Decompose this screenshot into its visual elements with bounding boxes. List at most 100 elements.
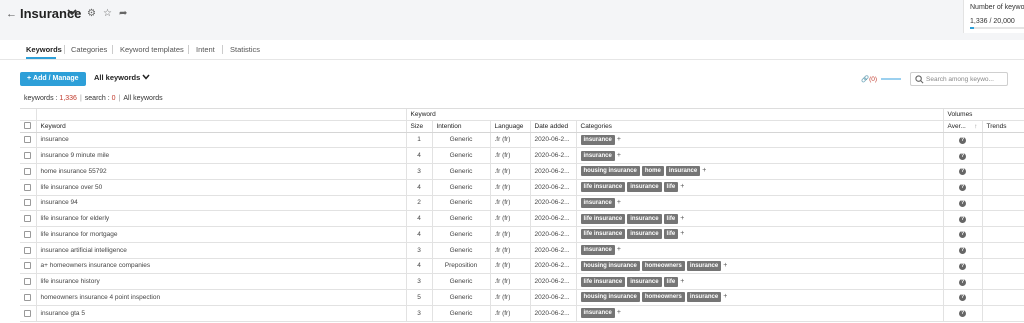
category-tag[interactable]: insurance [580, 308, 615, 319]
help-icon[interactable]: ? [959, 278, 966, 286]
keyword-cell[interactable]: insurance artificial intelligence [36, 242, 407, 259]
add-category-icon[interactable]: + [723, 293, 727, 300]
add-category-icon[interactable]: + [680, 215, 684, 222]
col-date-added[interactable]: Date added [530, 120, 577, 133]
category-tag[interactable]: insurance [580, 197, 615, 208]
col-average[interactable]: Aver... ↑ [943, 120, 983, 133]
search-input[interactable] [926, 75, 1006, 84]
add-category-icon[interactable]: + [617, 309, 621, 316]
category-tag[interactable]: life [663, 213, 679, 224]
add-category-icon[interactable]: + [617, 152, 621, 159]
category-tag[interactable]: life insurance [580, 229, 626, 240]
help-icon[interactable]: ? [959, 231, 966, 239]
share-icon[interactable]: ➦ [119, 8, 127, 19]
keyword-cell[interactable]: a+ homeowners insurance companies [36, 258, 407, 275]
keyword-cell[interactable]: home insurance 55792 [36, 163, 407, 180]
category-tag[interactable]: insurance [686, 260, 722, 271]
tab-keyword-templates[interactable]: Keyword templates [120, 45, 184, 54]
keyword-filter-dropdown[interactable]: All keywords [94, 73, 150, 82]
table-row[interactable]: life insurance for elderly 4 Generic .fr (f… [20, 210, 1024, 227]
help-icon[interactable]: ? [959, 136, 966, 144]
category-tag[interactable]: insurance [627, 229, 662, 240]
category-tag[interactable]: housing insurance [580, 166, 640, 177]
table-row[interactable]: insurance artificial intelligence 3 Generi… [20, 242, 1024, 259]
table-row[interactable]: a+ homeowners insurance companies 4 Prepos… [20, 258, 1024, 275]
links-indicator[interactable]: 🔗(0) [861, 75, 877, 83]
row-checkbox[interactable] [24, 246, 32, 254]
add-category-icon[interactable]: + [617, 246, 621, 253]
category-tag[interactable]: life insurance [580, 276, 626, 287]
table-row[interactable]: life insurance history 3 Generic .fr (fr) 20… [20, 273, 1024, 290]
category-tag[interactable]: insurance [580, 245, 615, 256]
category-tag[interactable]: insurance [627, 276, 662, 287]
tab-categories[interactable]: Categories [71, 45, 107, 54]
table-row[interactable]: insurance gta 5 3 Generic .fr (fr) 2020-06-2… [20, 305, 1024, 322]
col-language[interactable]: Language [490, 120, 531, 133]
table-row[interactable]: home insurance 55792 3 Generic .fr (fr) 2020… [20, 163, 1024, 180]
add-category-icon[interactable]: + [617, 136, 621, 143]
row-checkbox[interactable] [24, 215, 32, 223]
tab-statistics[interactable]: Statistics [230, 45, 260, 54]
row-checkbox[interactable] [24, 152, 32, 160]
add-category-icon[interactable]: + [680, 183, 684, 190]
row-checkbox[interactable] [24, 199, 32, 207]
all-keywords-link[interactable]: All keywords [123, 95, 162, 102]
col-categories[interactable]: Categories [576, 120, 944, 133]
help-icon[interactable]: ? [959, 262, 966, 270]
category-tag[interactable]: life insurance [580, 213, 626, 224]
keyword-cell[interactable]: life insurance for mortgage [36, 226, 407, 243]
table-row[interactable]: life insurance for mortgage 4 Generic .fr (… [20, 226, 1024, 243]
keyword-cell[interactable]: insurance 94 [36, 195, 407, 212]
table-row[interactable]: insurance 1 Generic .fr (fr) 2020-06-2... ins… [20, 132, 1024, 149]
chevron-down-icon[interactable] [67, 7, 77, 17]
row-checkbox[interactable] [24, 278, 32, 286]
add-category-icon[interactable]: + [680, 230, 684, 237]
keyword-cell[interactable]: homeowners insurance 4 point inspection [36, 289, 407, 306]
category-tag[interactable]: homeowners [641, 292, 685, 303]
row-checkbox[interactable] [24, 293, 32, 301]
table-row[interactable]: insurance 94 2 Generic .fr (fr) 2020-06-2...… [20, 195, 1024, 212]
add-category-icon[interactable]: + [617, 199, 621, 206]
help-icon[interactable]: ? [959, 215, 966, 223]
col-trends[interactable]: Trends [982, 120, 1024, 133]
back-arrow-icon[interactable]: ← [6, 8, 17, 20]
table-row[interactable]: insurance 9 minute mile 4 Generic .fr (fr) 2… [20, 147, 1024, 164]
row-checkbox[interactable] [24, 309, 32, 317]
row-checkbox[interactable] [24, 183, 32, 191]
category-tag[interactable]: insurance [686, 292, 722, 303]
add-category-icon[interactable]: + [723, 262, 727, 269]
keyword-cell[interactable]: insurance 9 minute mile [36, 147, 407, 164]
row-checkbox[interactable] [24, 136, 32, 144]
category-tag[interactable]: life [663, 182, 679, 193]
row-checkbox[interactable] [24, 230, 32, 238]
help-icon[interactable]: ? [959, 199, 966, 207]
table-row[interactable]: homeowners insurance 4 point inspection 5… [20, 289, 1024, 306]
category-tag[interactable]: life [663, 276, 679, 287]
category-tag[interactable]: homeowners [641, 260, 685, 271]
keyword-cell[interactable]: life insurance for elderly [36, 210, 407, 227]
keyword-cell[interactable]: insurance [36, 132, 407, 149]
category-tag[interactable]: insurance [580, 134, 615, 145]
category-tag[interactable]: housing insurance [580, 292, 640, 303]
tab-intent[interactable]: Intent [196, 45, 215, 54]
category-tag[interactable]: insurance [627, 182, 662, 193]
help-icon[interactable]: ? [959, 310, 966, 318]
add-manage-button[interactable]: + Add / Manage [20, 72, 86, 86]
category-tag[interactable]: life insurance [580, 182, 626, 193]
category-tag[interactable]: home [641, 166, 664, 177]
gear-icon[interactable]: ⚙ [87, 8, 96, 19]
col-intention[interactable]: Intention [432, 120, 491, 133]
category-tag[interactable]: housing insurance [580, 260, 640, 271]
select-all-checkbox[interactable] [24, 122, 32, 130]
tab-keywords[interactable]: Keywords [26, 45, 62, 54]
star-icon[interactable]: ☆ [103, 8, 112, 19]
row-checkbox[interactable] [24, 167, 32, 175]
help-icon[interactable]: ? [959, 184, 966, 192]
add-category-icon[interactable]: + [680, 278, 684, 285]
search-box[interactable] [910, 72, 1008, 86]
keyword-cell[interactable]: life insurance over 50 [36, 179, 407, 196]
table-row[interactable]: life insurance over 50 4 Generic .fr (fr) 20… [20, 179, 1024, 196]
col-keyword[interactable]: Keyword [36, 120, 407, 133]
add-category-icon[interactable]: + [702, 167, 706, 174]
category-tag[interactable]: life [663, 229, 679, 240]
